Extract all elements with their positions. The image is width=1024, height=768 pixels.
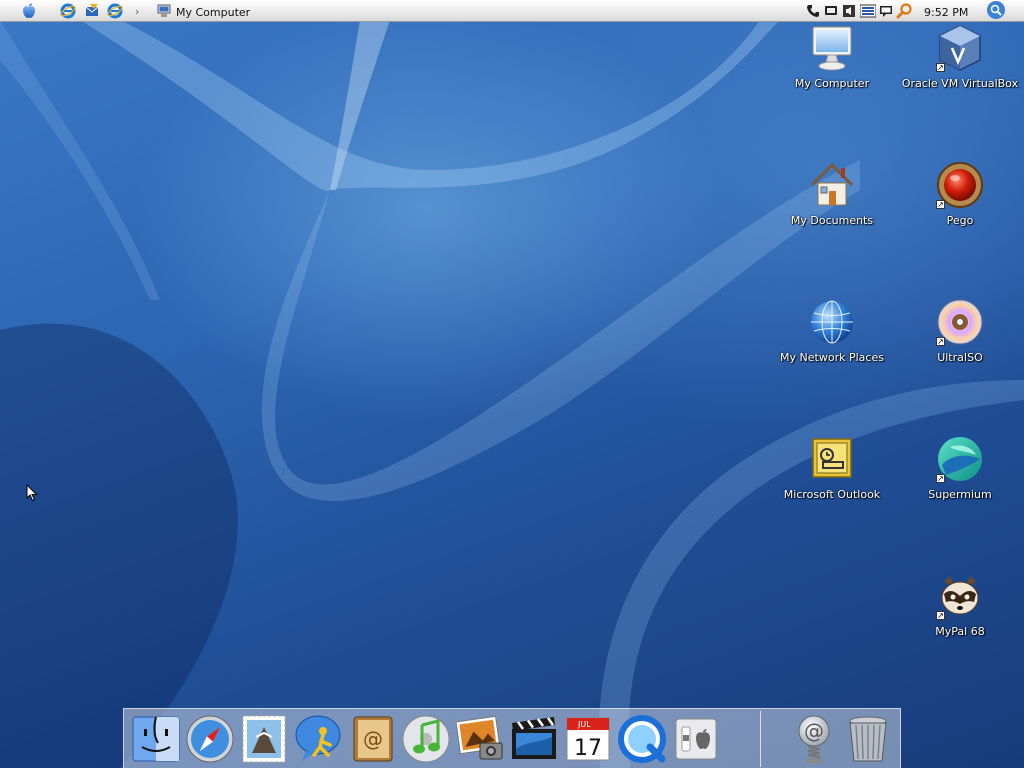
desktop-icon-label: Microsoft Outlook [783,488,881,501]
desktop-icon-label: Pego [946,214,974,227]
desktop-icon-label: My Network Places [780,351,884,364]
system-preferences-icon [675,718,717,760]
desktop-wallpaper [0,0,1024,768]
dock-imovie[interactable] [508,713,560,765]
mail-at-spring-icon: @ [798,715,830,763]
safari-compass-icon [186,715,234,763]
dock-itunes[interactable] [400,713,452,765]
dock: @ JUL 17 @ [123,708,901,768]
phone-tray-icon[interactable] [806,2,820,20]
ie-launch-button[interactable] [60,2,76,20]
speaker-icon [843,5,855,17]
svg-text:@: @ [363,727,383,751]
menu-bar: › My Computer 9:52 PM [0,0,1024,22]
desktop-icon-my-network-places[interactable]: My Network Places [772,298,892,378]
window-computer-icon [157,2,171,20]
ical-icon: JUL 17 [566,717,610,761]
desktop-icon-label: My Documents [790,214,874,227]
mouse-cursor-icon [26,483,38,506]
finder-icon [132,716,180,762]
desktop-icon-pego[interactable]: ↗ Pego [900,161,1020,241]
menu-clock[interactable]: 9:52 PM [924,3,968,21]
dock-address-book[interactable]: @ [346,713,398,765]
dock-ichat[interactable] [292,713,344,765]
trash-icon [849,716,887,762]
magnifier-orange-icon [896,3,912,19]
red-ball-icon: ↗ [936,161,984,209]
outlook-express-icon [85,4,99,16]
spotlight-tray-icon[interactable] [896,2,912,20]
shortcut-arrow-icon: ↗ [936,63,945,72]
network-tray-icon[interactable] [860,2,876,20]
mail-stamp-icon [242,715,286,763]
message-tray-icon[interactable] [879,2,893,20]
desktop-icon-virtualbox[interactable]: ↗ Oracle VM VirtualBox [900,24,1020,104]
shortcut-arrow-icon: ↗ [936,474,945,483]
shortcut-arrow-icon: ↗ [936,337,945,346]
monitor-icon [808,24,856,72]
outlook-express-launch-button[interactable] [84,2,100,20]
desktop-icon-label: UltraISO [937,351,983,364]
disc-icon: ↗ [936,298,984,346]
dock-trash[interactable] [842,713,894,765]
ical-month: JUL [577,720,591,729]
imovie-icon [512,717,556,759]
dock-separator [760,711,761,767]
monitor-small-icon [825,6,837,15]
dock-finder[interactable] [130,713,182,765]
raccoon-icon: ↗ [936,572,984,620]
desktop-icon-mypal-68[interactable]: ↗ MyPal 68 [900,572,1020,652]
dock-quicktime[interactable] [616,713,668,765]
desktop-icon-ultraiso[interactable]: ↗ UltraISO [900,298,1020,378]
ical-day: 17 [574,736,602,761]
dock-mail[interactable] [238,713,290,765]
internet-explorer-icon [60,3,76,19]
desktop-icon-label: My Computer [794,77,870,90]
wallpaper-swirls [0,20,1024,768]
desktop-icon-my-documents[interactable]: My Documents [772,161,892,241]
quicktime-icon [618,715,666,763]
desktop-icon-my-computer[interactable]: My Computer [772,24,892,104]
dock-safari[interactable] [184,713,236,765]
itunes-icon [402,715,450,763]
network-bars-icon [860,4,876,18]
internet-explorer-icon [107,3,123,19]
dock-ical[interactable]: JUL 17 [562,713,614,765]
search-button[interactable] [986,1,1006,19]
shortcut-arrow-icon: ↗ [936,200,945,209]
volume-tray-icon[interactable] [842,2,856,20]
phone-icon [807,5,819,17]
ie-launch-button-2[interactable] [107,2,123,20]
house-icon [808,161,856,209]
globe-icon [808,298,856,346]
svg-text:@: @ [804,719,824,743]
desktop-icon-label: MyPal 68 [935,625,985,638]
chat-bubble-icon [880,6,892,17]
virtualbox-cube-icon: ↗ [936,24,984,72]
iphoto-icon [455,715,503,760]
shortcut-arrow-icon: ↗ [936,611,945,620]
apple-menu[interactable] [20,2,38,20]
active-window-title[interactable]: My Computer [176,3,250,21]
desktop-icon-label: Oracle VM VirtualBox [901,77,1019,90]
menu-chevron[interactable]: › [135,2,139,20]
dock-iphoto[interactable] [454,713,506,765]
outlook-icon [808,435,856,483]
desktop-icon-label: Supermium [928,488,992,501]
address-book-icon: @ [353,716,393,762]
dock-mail-at[interactable]: @ [788,713,840,765]
desktop-icon-microsoft-outlook[interactable]: Microsoft Outlook [772,435,892,515]
apple-logo-icon [23,3,35,18]
computer-icon [157,4,171,17]
dock-system-preferences[interactable] [670,713,722,765]
search-icon [987,1,1005,19]
ichat-icon [295,715,341,761]
supermium-icon: ↗ [936,435,984,483]
display-tray-icon[interactable] [824,2,838,20]
desktop-icon-supermium[interactable]: ↗ Supermium [900,435,1020,515]
